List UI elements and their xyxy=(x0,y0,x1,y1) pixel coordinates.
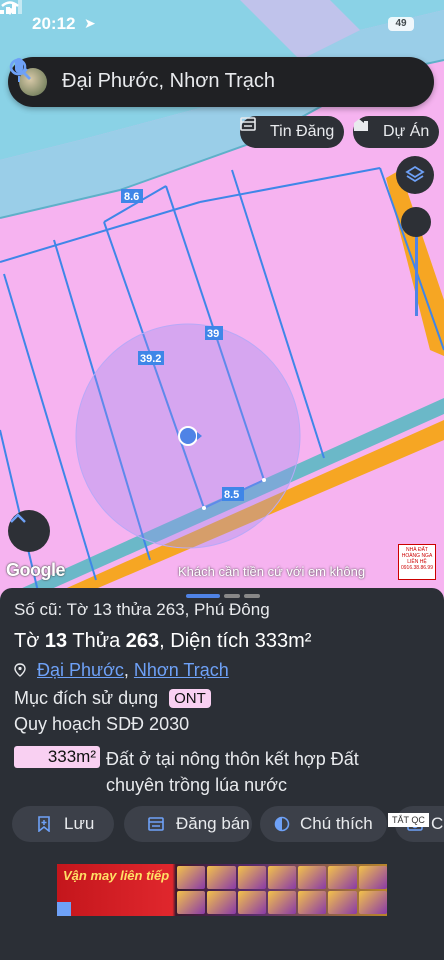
dim-label-bottom: 8.5 xyxy=(224,489,239,501)
search-bar[interactable]: Đại Phước, Nhơn Trạch xyxy=(8,57,434,107)
plan-label: Quy hoạch SDĐ 2030 xyxy=(14,714,190,734)
status-time: 20:12 xyxy=(32,14,76,33)
save-button[interactable]: Lưu xyxy=(12,806,114,842)
area-value: 333m² xyxy=(254,630,312,652)
page-indicator xyxy=(244,594,260,598)
chip-projects-label: Dự Án xyxy=(383,123,430,140)
ad-game-tiles xyxy=(177,866,387,914)
legend-label: Chú thích xyxy=(300,814,373,833)
ad-thumbnail[interactable]: NHÀ ĐẤT HOÀNG NGA LIÊN HỆ 0916.38.86.99 xyxy=(398,544,436,580)
purpose-code-badge: ONT xyxy=(169,689,211,708)
ad-banner-text: Vận may liên tiếp xyxy=(63,868,170,883)
area-label: , Diện tích xyxy=(159,630,250,652)
mic-icon[interactable] xyxy=(8,57,30,83)
wifi-icon xyxy=(1,1,19,15)
sheet-number: 13 xyxy=(44,630,68,652)
parcel-info-sheet: Số cũ: Tờ 13 thửa 263, Phú Đông Tờ 13 Th… xyxy=(0,588,444,960)
legend-button[interactable]: Chú thích xyxy=(260,806,387,842)
purpose-line: Mục đích sử dụng ONT xyxy=(14,688,211,709)
chip-listings-label: Tin Đăng xyxy=(270,123,335,140)
action-bar: Lưu Đăng bán Chú thích C xyxy=(12,806,444,842)
old-parcel-text: Số cũ: Tờ 13 thửa 263, Phú Đông xyxy=(14,600,270,619)
ad-banner[interactable]: Vận may liên tiếp xyxy=(57,864,387,916)
post-sale-label: Đăng bán xyxy=(176,814,250,833)
pin-icon xyxy=(14,663,26,677)
bookmark-plus-icon xyxy=(38,816,50,832)
listing-icon xyxy=(148,817,164,831)
save-button-label: Lưu xyxy=(64,814,95,833)
location-line: Đại Phước, Nhơn Trạch xyxy=(14,660,229,681)
map-view[interactable]: 8.6 39 39.2 8.5 20:12 ➤ 49 Đại Phước, Nh… xyxy=(0,0,444,600)
parcel-word: Thửa xyxy=(72,630,121,652)
corner-point xyxy=(262,478,266,482)
listing-icon xyxy=(240,117,256,131)
search-input[interactable]: Đại Phước, Nhơn Trạch xyxy=(62,70,275,93)
page-indicator xyxy=(224,594,240,598)
location-arrow-icon: ➤ xyxy=(84,15,96,31)
chip-projects[interactable]: Dự Án xyxy=(353,116,440,148)
corner-point xyxy=(202,506,206,510)
parcel-number: 263 xyxy=(125,630,160,652)
battery-icon: 49 xyxy=(388,17,414,31)
post-sale-button[interactable]: Đăng bán xyxy=(124,806,252,842)
building-icon xyxy=(354,119,368,131)
google-logo: Google xyxy=(6,560,66,580)
contrast-icon xyxy=(274,816,290,832)
title-prefix: Tờ xyxy=(14,630,40,652)
ad-overlay-text: Khách cần tiền cứ với em không xyxy=(178,564,366,579)
close-ad-button[interactable]: TẮT QC xyxy=(388,813,429,827)
sheet-handle[interactable] xyxy=(186,594,260,598)
plan-description: Đất ở tại nông thôn kết hợp Đất chuyên t… xyxy=(106,749,359,795)
layers-icon xyxy=(405,165,425,183)
dim-label-top: 8.6 xyxy=(124,191,139,203)
opacity-slider-knob[interactable] xyxy=(401,207,431,237)
plan-area-badge: 333m² xyxy=(14,746,100,768)
dim-label-left: 39.2 xyxy=(140,353,161,365)
chip-listings[interactable]: Tin Đăng xyxy=(240,116,345,148)
page-indicator-active xyxy=(186,594,220,598)
parcel-title: Tờ 13 Thửa 263, Diện tích 333m² xyxy=(14,630,311,653)
ward-link[interactable]: Đại Phước xyxy=(37,660,124,680)
district-link[interactable]: Nhơn Trạch xyxy=(134,660,229,680)
camera-label: C xyxy=(431,814,444,833)
location-dot xyxy=(178,426,198,446)
expand-button[interactable] xyxy=(8,510,50,552)
ad-info-icon[interactable] xyxy=(57,902,71,916)
chevron-up-icon xyxy=(10,513,26,523)
purpose-label: Mục đích sử dụng xyxy=(14,688,159,708)
layers-button[interactable] xyxy=(396,156,434,194)
status-bar: 20:12 ➤ 49 xyxy=(0,0,444,50)
dim-label-right: 39 xyxy=(207,328,219,340)
